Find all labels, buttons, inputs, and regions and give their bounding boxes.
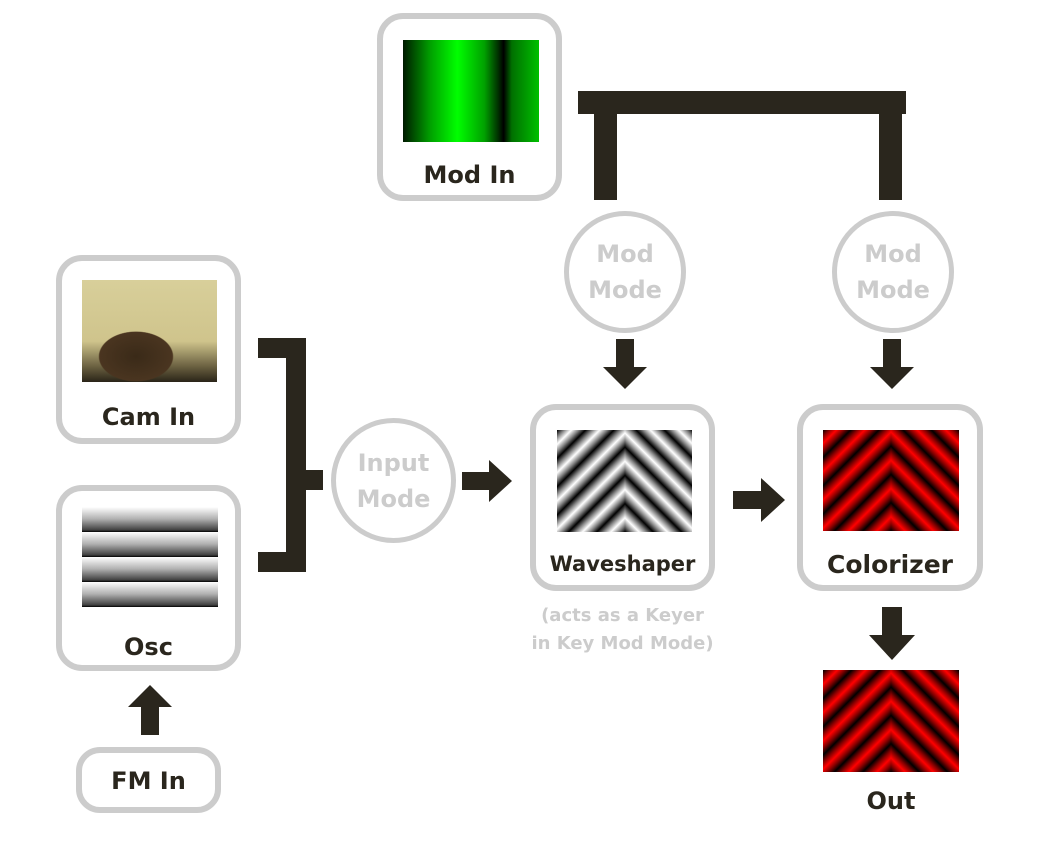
waveshaper-preview [557,430,692,532]
mod-mode-text-1: Mod [596,240,654,268]
mod-in-label: Mod In [423,161,516,189]
mod-mode-text-1: Mod [864,240,922,268]
colorizer-preview [823,430,959,531]
arrow-down-icon [869,607,915,660]
input-bracket-vertical [286,338,306,572]
osc-node: Osc [56,485,241,671]
arrow-down-icon [603,339,647,389]
fm-in-node: FM In [76,747,221,813]
colorizer-label: Colorizer [826,550,953,579]
waveshaper-node: Waveshaper [530,404,715,591]
arrow-right-icon [733,478,785,522]
mod-bracket-top [578,91,906,114]
osc-preview [82,507,218,607]
caption-line-2: in Key Mod Mode) [531,633,714,654]
mod-in-node: Mod In [377,13,562,201]
fm-in-label: FM In [111,767,186,795]
mod-bracket-left-leg [594,114,617,200]
cam-in-node: Cam In [56,255,241,444]
input-bracket-bottom [258,552,306,572]
colorizer-node: Colorizer [797,404,983,591]
cam-in-preview [82,280,217,382]
mod-mode-circle-waveshaper: Mod Mode [564,211,686,333]
mod-mode-text-2: Mode [588,276,662,304]
waveshaper-caption: (acts as a Keyer in Key Mod Mode) [500,602,745,658]
input-mode-text-1: Input [357,448,430,477]
arrow-right-icon [462,460,512,502]
input-bracket-stub [306,470,323,490]
mod-in-preview [403,40,539,142]
osc-label: Osc [124,633,173,661]
waveshaper-label: Waveshaper [549,552,696,576]
mod-bracket-right-leg [879,114,902,200]
out-label: Out [866,787,916,815]
input-mode-text-2: Mode [356,484,431,513]
arrow-up-icon [128,685,172,735]
input-mode-circle: Input Mode [331,418,456,543]
cam-in-label: Cam In [101,403,196,431]
mod-mode-text-2: Mode [856,276,930,304]
mod-mode-circle-colorizer: Mod Mode [832,211,954,333]
caption-line-1: (acts as a Keyer [541,605,704,626]
arrow-down-icon [870,339,914,389]
out-preview [823,670,959,772]
